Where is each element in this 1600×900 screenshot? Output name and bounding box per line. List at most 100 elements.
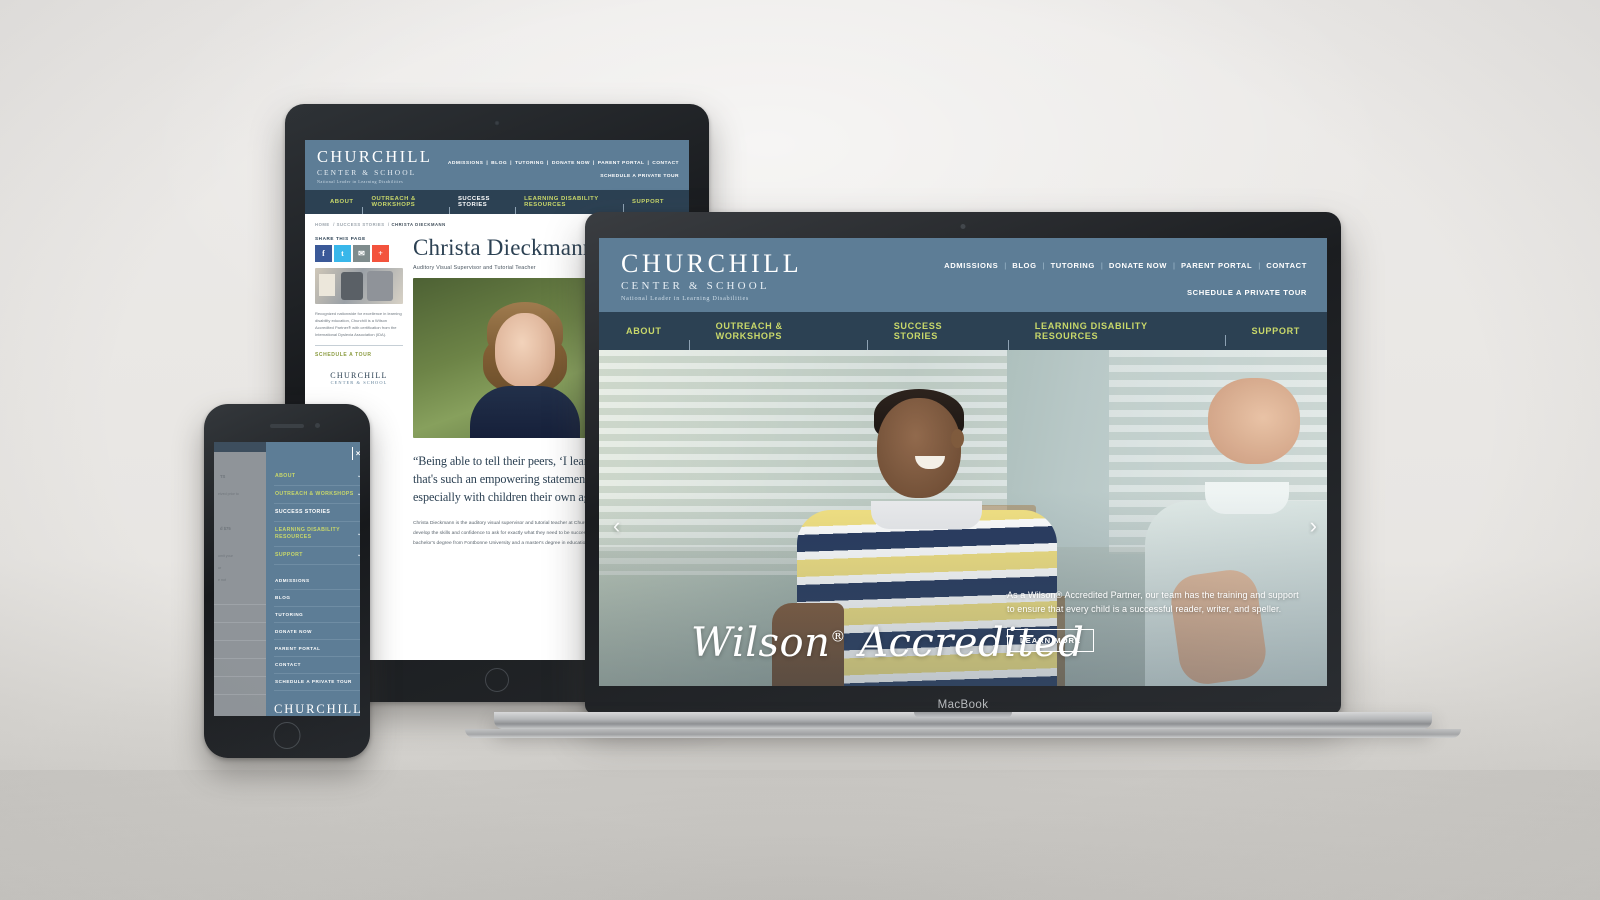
phone-nav-outreach-label: OUTREACH & WORKSHOPS [275, 491, 354, 498]
backdrop-floor-line [0, 770, 1600, 900]
tablet-nav-about[interactable]: ABOUT [321, 199, 362, 205]
tablet-topnav-admissions[interactable]: ADMISSIONS [448, 161, 483, 166]
phone-dimmed-page-behind: TS eived prior to d $75 omit your ur e n… [214, 442, 266, 716]
laptop-device: CHURCHILL CENTER & SCHOOL National Leade… [465, 212, 1461, 738]
phone-home-button[interactable] [273, 722, 301, 749]
topnav-parent-portal[interactable]: PARENT PORTAL [1181, 261, 1252, 270]
phone-nav-success-stories[interactable]: SUCCESS STORIES [274, 504, 360, 523]
sidebar-photo [315, 267, 403, 304]
bg-text-2: eived prior to [218, 492, 239, 496]
phone-nav-support[interactable]: SUPPORT ⌄ [274, 547, 360, 566]
hero-copy-block: As a Wilson® Accredited Partner, our tea… [1007, 588, 1307, 652]
phone-mobile-menu: × ABOUT ⌄ OUTREACH & WORKSHOPS ⌄ SUCCESS… [266, 442, 360, 716]
site-header: CHURCHILL CENTER & SCHOOL National Leade… [599, 238, 1327, 312]
nav-outreach-workshops[interactable]: OUTREACH & WORKSHOPS [688, 321, 867, 351]
laptop-lid: CHURCHILL CENTER & SCHOOL National Leade… [585, 212, 1341, 714]
tablet-main-nav: ABOUT OUTREACH & WORKSHOPS SUCCESS STORI… [305, 189, 689, 215]
more-share-icon[interactable]: + [372, 244, 389, 262]
sep: | [1004, 261, 1007, 270]
tablet-nav-outreach[interactable]: OUTREACH & WORKSHOPS [362, 196, 448, 215]
carousel-prev-icon[interactable]: ‹ [613, 513, 620, 539]
nav-learning-disability-resources[interactable]: LEARNING DISABILITY RESOURCES [1007, 321, 1225, 351]
tablet-nav-success-stories[interactable]: SUCCESS STORIES [448, 196, 515, 215]
phone-nav-resources-label: LEARNING DISABILITY RESOURCES [275, 527, 340, 541]
sidebar-divider [315, 344, 403, 346]
topnav-admissions[interactable]: ADMISSIONS [944, 261, 998, 270]
sep: | [486, 161, 489, 166]
phone-secondary-nav: ADMISSIONS BLOG TUTORING DONATE NOW PARE… [274, 573, 360, 691]
phone-footer-logo: CHURCHILL CENTER & SCHOOL [274, 703, 360, 716]
laptop-brand-label: MacBook [937, 699, 989, 711]
phone-nav-outreach[interactable]: OUTREACH & WORKSHOPS ⌄ [274, 486, 360, 505]
carousel-next-icon[interactable]: › [1310, 513, 1317, 539]
sep: | [1258, 261, 1261, 270]
phone-speaker [270, 424, 304, 428]
main-nav: ABOUT OUTREACH & WORKSHOPS SUCCESS STORI… [599, 312, 1328, 351]
phone-nav-resources[interactable]: LEARNING DISABILITY RESOURCES ⌄ [274, 522, 360, 548]
phone-nav-support-label: SUPPORT [275, 552, 303, 559]
tablet-topnav-contact[interactable]: CONTACT [652, 161, 679, 166]
tablet-nav-resources[interactable]: LEARNING DISABILITY RESOURCES [515, 196, 623, 215]
chevron-down-icon: ⌄ [357, 552, 360, 559]
topnav-donate-now[interactable]: DONATE NOW [1109, 261, 1167, 270]
phone-device: TS eived prior to d $75 omit your ur e n… [204, 404, 370, 758]
sep: | [510, 161, 512, 166]
chevron-down-icon: ⌄ [357, 473, 360, 480]
tablet-topnav-blog[interactable]: BLOG [491, 161, 507, 166]
phone-link-schedule-tour[interactable]: SCHEDULE A PRIVATE TOUR [274, 674, 360, 691]
close-icon[interactable]: × [351, 447, 360, 460]
share-heading: SHARE THIS PAGE [315, 235, 366, 241]
sep: | [1100, 261, 1103, 270]
topnav-tutoring[interactable]: TUTORING [1051, 261, 1095, 270]
nav-success-stories[interactable]: SUCCESS STORIES [866, 321, 1008, 351]
breadcrumb-success-stories[interactable]: SUCCESS STORIES [337, 222, 385, 227]
tablet-site-header: CHURCHILL CENTER & SCHOOL National Leade… [305, 140, 689, 190]
tablet-topnav-donate[interactable]: DONATE NOW [552, 161, 590, 166]
nav-about[interactable]: ABOUT [599, 326, 689, 336]
sep: | [1173, 261, 1176, 270]
phone-link-parent-portal[interactable]: PARENT PORTAL [274, 640, 360, 657]
bg-text-1: TS [220, 474, 226, 479]
tablet-camera-icon [494, 120, 500, 126]
laptop-foot [465, 729, 1461, 738]
chevron-down-icon: ⌄ [357, 491, 360, 498]
email-icon[interactable]: ✉ [353, 244, 370, 262]
laptop-camera-icon [960, 224, 966, 229]
phone-link-admissions[interactable]: ADMISSIONS [274, 573, 360, 590]
topnav-blog[interactable]: BLOG [1012, 261, 1036, 270]
top-utility-nav: ADMISSIONS | BLOG | TUTORING | DONATE NOW | PARE… [944, 255, 1307, 300]
sidebar-logo-name: CHURCHILL [330, 370, 388, 380]
registered-trademark-icon: ® [830, 627, 846, 646]
tablet-topnav-tutoring[interactable]: TUTORING [515, 161, 544, 166]
bg-text-4: omit your [218, 554, 233, 558]
topnav-contact[interactable]: CONTACT [1266, 261, 1307, 270]
sep: | [647, 161, 650, 166]
twitter-icon[interactable]: t [334, 244, 351, 262]
tablet-home-button[interactable] [485, 668, 509, 692]
phone-logo-name: CHURCHILL [274, 701, 360, 716]
tablet-topnav-schedule-tour[interactable]: SCHEDULE A PRIVATE TOUR [448, 174, 679, 179]
bg-text-6: e not [218, 578, 226, 582]
phone-link-tutoring[interactable]: TUTORING [274, 607, 360, 624]
sidebar-accreditation-text: Recognized nationwide for excellence in … [315, 310, 402, 337]
sep: | [547, 161, 549, 166]
breadcrumb-home[interactable]: HOME [315, 222, 330, 227]
tablet-topnav-parent-portal[interactable]: PARENT PORTAL [598, 161, 645, 166]
phone-link-contact[interactable]: CONTACT [274, 657, 360, 674]
facebook-icon[interactable]: f [315, 244, 332, 262]
sep: | [1042, 261, 1045, 270]
phone-link-donate[interactable]: DONATE NOW [274, 623, 360, 641]
hero-carousel: Wilson® Accredited As a Wilson® Accredit… [599, 350, 1327, 686]
tablet-nav-support[interactable]: SUPPORT [623, 199, 673, 212]
phone-nav-about[interactable]: ABOUT ⌄ [274, 468, 360, 487]
phone-camera-icon [315, 423, 320, 428]
sidebar-logo: CHURCHILL CENTER & SCHOOL [315, 371, 403, 385]
nav-support[interactable]: SUPPORT [1224, 326, 1328, 346]
topnav-schedule-private-tour[interactable]: SCHEDULE A PRIVATE TOUR [1187, 288, 1307, 297]
phone-link-blog[interactable]: BLOG [274, 590, 360, 607]
share-buttons: f t ✉ + [315, 244, 403, 262]
learn-more-button[interactable]: LEARN MORE [1007, 629, 1095, 652]
sidebar-schedule-tour-link[interactable]: SCHEDULE A TOUR [315, 352, 403, 358]
bg-text-3: d $75 [220, 526, 231, 531]
phone-nav-about-label: ABOUT [275, 473, 296, 479]
